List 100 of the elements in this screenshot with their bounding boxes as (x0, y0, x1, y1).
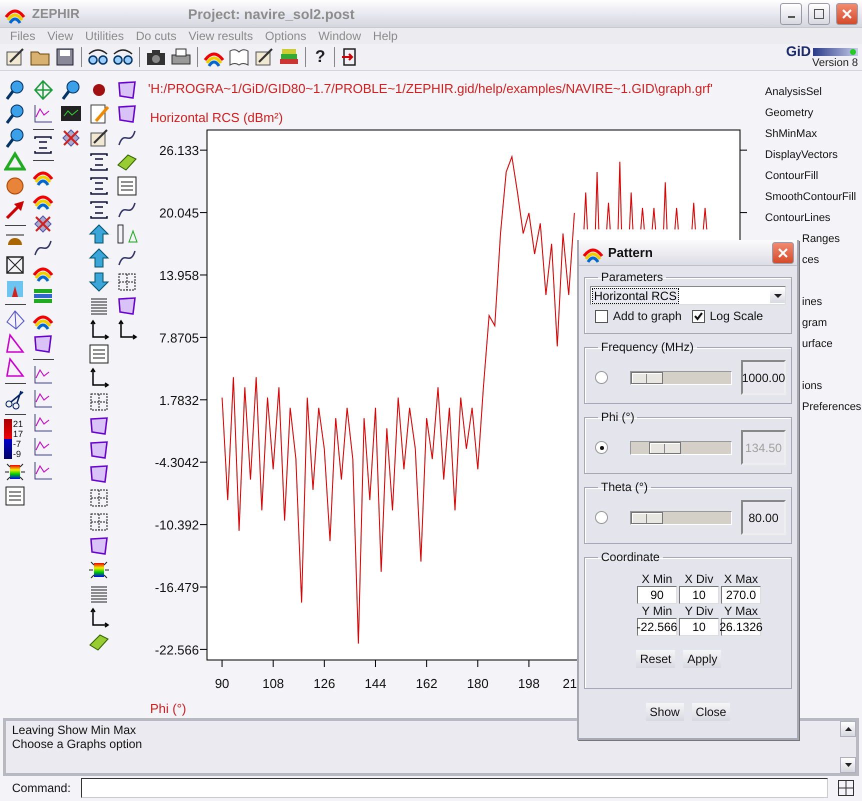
axes-icon[interactable] (116, 318, 138, 341)
scrollbar[interactable] (840, 720, 856, 773)
x-tick-label: 180 (466, 676, 489, 692)
maximize-button[interactable] (808, 2, 830, 25)
document-icon[interactable] (88, 342, 110, 365)
axes-icon[interactable] (88, 318, 110, 341)
document-icon[interactable] (4, 484, 26, 507)
arrow-icon[interactable] (4, 198, 26, 221)
close-button[interactable] (836, 2, 858, 25)
coordinate-field[interactable]: 26.1326 (721, 618, 761, 636)
grid-icon[interactable] (88, 390, 110, 413)
pencil-icon[interactable] (88, 126, 110, 149)
graph-icon[interactable] (32, 460, 54, 482)
parameter-select[interactable]: Horizontal RCS (590, 286, 786, 305)
group-title: Coordinate (600, 550, 661, 564)
graph-icon[interactable] (32, 436, 54, 458)
grid-icon[interactable] (838, 780, 854, 796)
scale-label: 17 (13, 428, 24, 439)
surface-icon[interactable] (116, 294, 138, 317)
slider-track[interactable] (630, 440, 732, 454)
sphere-icon[interactable] (4, 174, 26, 197)
y-tick-label: -22.566 (154, 642, 199, 658)
sidebar-item[interactable]: ShMinMax (765, 124, 817, 145)
down-arrow-icon[interactable] (88, 270, 110, 293)
pencil-icon[interactable] (253, 46, 275, 68)
slider-track[interactable] (630, 370, 732, 384)
sidebar-item[interactable]: Geometry (765, 102, 814, 124)
pyramid-icon[interactable] (4, 308, 26, 331)
minimize-button[interactable] (780, 2, 802, 25)
coordinate-button[interactable]: Apply (683, 650, 722, 668)
zoom-icon[interactable] (4, 102, 26, 125)
cube-icon[interactable] (4, 254, 26, 276)
down-arrow-icon[interactable] (844, 762, 852, 767)
frame-icon[interactable] (32, 134, 54, 156)
triangle-icon[interactable] (4, 332, 26, 355)
checkbox[interactable] (692, 310, 705, 322)
coordinate-field[interactable]: 90 (637, 586, 677, 604)
sidebar-item[interactable]: SmoothContourFill (765, 186, 856, 208)
sidebar-item[interactable]: ContourFill (765, 166, 818, 187)
zoom-icon[interactable] (4, 78, 26, 101)
zoom-icon[interactable] (60, 78, 82, 101)
grid-icon[interactable] (88, 486, 110, 509)
graph-icon[interactable] (32, 412, 54, 434)
radio-button[interactable] (595, 511, 608, 524)
slider-track[interactable] (630, 510, 732, 524)
command-input[interactable] (80, 778, 828, 798)
checkbox-option[interactable]: Add to graph (595, 309, 682, 323)
up-arrow-icon[interactable] (88, 246, 110, 269)
surface-icon[interactable] (88, 534, 110, 557)
up-arrow-icon[interactable] (844, 726, 852, 731)
checkbox[interactable] (595, 310, 608, 322)
frame-icon[interactable] (88, 174, 110, 197)
surface-icon[interactable] (32, 332, 54, 355)
slider-thumb[interactable] (631, 372, 663, 384)
close-button[interactable] (772, 242, 794, 264)
frame-icon[interactable] (88, 198, 110, 221)
value-field[interactable]: 80.00 (741, 500, 786, 535)
sidebar-item[interactable]: DisplayVectors (765, 144, 838, 166)
grid-icon[interactable] (116, 270, 138, 293)
value-field[interactable]: 1000.00 (741, 360, 786, 395)
ruler-icon[interactable] (116, 222, 138, 245)
sidebar-item[interactable]: AnalysisSel (765, 82, 822, 103)
surface-icon[interactable] (116, 78, 138, 101)
coordinate-field[interactable]: 270.0 (721, 586, 761, 604)
document-icon[interactable] (116, 174, 138, 197)
slider-thumb[interactable] (631, 512, 663, 524)
zoom-icon[interactable] (4, 126, 26, 149)
help-button[interactable]: ? (311, 46, 330, 68)
pencil-icon[interactable] (4, 46, 26, 68)
crossed-mesh-icon[interactable] (60, 126, 82, 149)
coordinate-field[interactable]: 10 (679, 618, 719, 636)
dialog-button[interactable]: Show (646, 703, 684, 721)
rainbow-burst-icon[interactable] (4, 460, 26, 483)
coordinate-button[interactable]: Reset (636, 650, 676, 668)
coordinate-label: Y Max (723, 604, 759, 618)
radio-button[interactable] (595, 371, 608, 384)
check-icon (694, 312, 703, 320)
triangle-icon[interactable] (4, 356, 26, 379)
grid-icon[interactable] (88, 510, 110, 533)
axes-icon[interactable] (88, 606, 110, 629)
axes-icon[interactable] (88, 366, 110, 389)
surface-icon[interactable] (88, 414, 110, 437)
graph-icon[interactable] (32, 364, 54, 386)
surface-icon[interactable] (116, 102, 138, 125)
coordinate-field[interactable]: 10 (679, 586, 719, 604)
y-axis-title: Horizontal RCS (dBm²) (149, 110, 284, 128)
coordinate-field[interactable]: -22.566 (637, 618, 677, 636)
surface-icon[interactable] (88, 462, 110, 485)
graph-icon[interactable] (32, 388, 54, 410)
dialog-button[interactable]: Close (692, 703, 730, 721)
edit-icon[interactable] (88, 102, 110, 125)
up-arrow-icon[interactable] (88, 222, 110, 245)
checkbox-option[interactable]: Log Scale (692, 309, 764, 323)
surface-icon[interactable] (88, 438, 110, 461)
mesh-icon[interactable] (32, 78, 54, 101)
crossed-mesh-icon[interactable] (32, 212, 54, 235)
frame-icon[interactable] (88, 150, 110, 173)
sidebar-item[interactable]: ContourLines (765, 208, 830, 229)
graph-icon[interactable] (32, 102, 54, 125)
rainbow-burst-icon[interactable] (88, 558, 110, 581)
